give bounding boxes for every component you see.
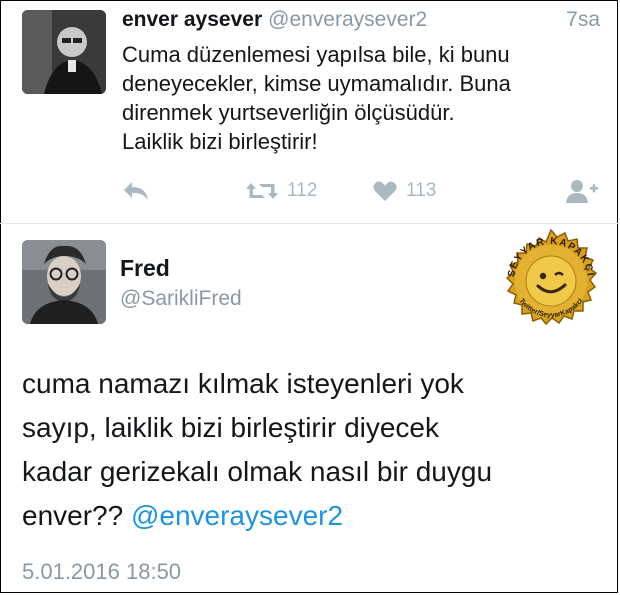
tweet-text-line: kadar gerizekalı olmak nasıl bir duygu xyxy=(22,456,493,487)
retweet-button[interactable]: 112 xyxy=(245,176,317,206)
tweet-text: Cuma düzenlemesi yapılsa bile, ki bunu d… xyxy=(122,40,602,156)
user-handle[interactable]: @SarikliFred xyxy=(120,287,242,311)
tweet-text-line: direnmek yurtseverliğin ölçüsüdür. xyxy=(122,100,455,125)
like-count: 113 xyxy=(406,180,437,201)
tweet-header: enver aysever @enveraysever2 xyxy=(122,8,427,32)
tweet-text-line: Cuma düzenlemesi yapılsa bile, ki bunu xyxy=(122,42,510,67)
avatar[interactable] xyxy=(22,10,106,94)
tweet-actions: 112 113 xyxy=(0,176,620,206)
retweet-count: 112 xyxy=(287,180,318,201)
watermark-badge: SEYYAR KAPAKÇI Twitter/SeyyarKapakci xyxy=(496,226,606,336)
tweet-text-line: Laiklik bizi birleştirir! xyxy=(122,129,318,154)
heart-icon xyxy=(372,179,398,203)
display-name[interactable]: enver aysever xyxy=(122,8,262,31)
retweet-icon xyxy=(245,179,279,203)
tweet-enver[interactable]: enver aysever @enveraysever2 7sa Cuma düz… xyxy=(0,0,620,224)
follow-user-icon xyxy=(565,178,599,204)
tweet-text-line: cuma namazı kılmak isteyenleri yok xyxy=(22,368,464,399)
tweet-text-line: sayıp, laiklik bizi birleştirir diyecek xyxy=(22,412,440,443)
tweet-text-fragment: enver?? xyxy=(22,500,124,531)
like-button[interactable]: 113 xyxy=(372,176,436,206)
user-handle[interactable]: @enveraysever2 xyxy=(268,8,427,31)
mention-link[interactable]: @enveraysever2 xyxy=(131,500,343,531)
follow-button[interactable] xyxy=(565,176,599,206)
tweet-date[interactable]: 5.01.2016 18:50 xyxy=(22,559,181,585)
tweet-text-line: deneyecekler, kimse uymamalıdır. Buna xyxy=(122,71,511,96)
avatar[interactable] xyxy=(22,240,106,324)
tweet-text: cuma namazı kılmak isteyenleri yok sayıp… xyxy=(22,362,602,538)
reply-icon xyxy=(122,179,150,203)
tweet-divider xyxy=(0,223,620,224)
tweet-text-line: enver?? @enveraysever2 xyxy=(22,494,602,538)
tweet-timestamp[interactable]: 7sa xyxy=(566,8,600,32)
reply-button[interactable] xyxy=(122,176,150,206)
display-name[interactable]: Fred xyxy=(120,255,170,282)
